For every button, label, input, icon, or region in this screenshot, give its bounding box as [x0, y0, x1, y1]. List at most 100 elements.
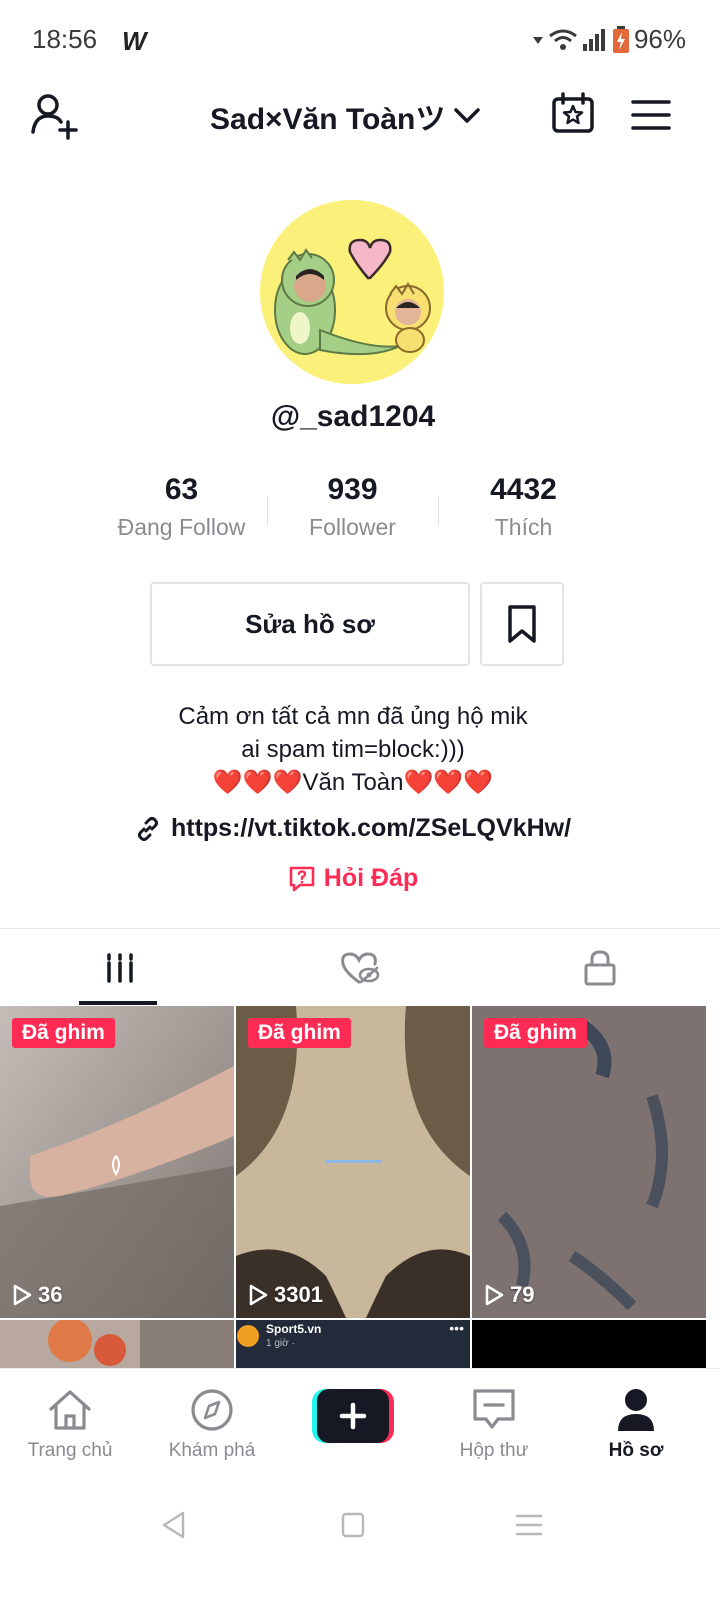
play-icon: [485, 1284, 504, 1306]
nav-inbox-label: Hộp thư: [459, 1440, 529, 1461]
signal-arrow-icon: [532, 36, 543, 44]
view-count-value: 79: [510, 1282, 535, 1307]
view-count: 3301: [248, 1282, 323, 1308]
profile-header: Sad×Văn Toànツ: [0, 80, 720, 150]
home-square-icon[interactable]: [340, 1511, 366, 1539]
post-time: 1 giờ ·: [266, 1338, 295, 1349]
profile-link[interactable]: https://vt.tiktok.com/ZSeLQVkHw/: [0, 814, 706, 843]
status-icons: 96%: [532, 24, 686, 55]
active-tab-indicator: [79, 1001, 157, 1005]
bio-line: ❤️❤️❤️Văn Toàn❤️❤️❤️: [0, 766, 706, 799]
nav-profile-label: Hồ sơ: [608, 1440, 664, 1461]
followers-count: 939: [327, 473, 378, 506]
bookmark-icon: [508, 605, 536, 643]
inbox-icon: [473, 1389, 515, 1429]
pinned-badge: Đã ghim: [484, 1018, 587, 1048]
nav-home-label: Trang chủ: [27, 1440, 113, 1461]
stat-divider: [438, 496, 439, 526]
status-bar: 18:56 W 96%: [0, 0, 720, 80]
compass-icon: [191, 1389, 233, 1431]
nav-discover-label: Khám phá: [168, 1440, 256, 1461]
qa-label: Hỏi Đáp: [323, 864, 419, 892]
divider: [0, 928, 720, 929]
profile-stats: 63 Đang Follow 939 Follower 4432 Thích: [96, 470, 610, 550]
bio-name: Văn Toàn: [302, 769, 404, 796]
back-icon[interactable]: [160, 1510, 188, 1540]
view-count-value: 36: [38, 1282, 63, 1307]
play-icon: [249, 1284, 268, 1306]
view-count: 79: [484, 1282, 534, 1308]
video-preview-image: [472, 1006, 706, 1318]
video-preview-image: [0, 1320, 234, 1368]
recents-menu-icon[interactable]: [514, 1512, 544, 1538]
tab-private[interactable]: [480, 930, 720, 1006]
video-thumbnail[interactable]: Sport5.vn 1 giờ · •••: [236, 1320, 470, 1368]
cellular-signal-icon: [582, 28, 605, 51]
add-friend-button[interactable]: [30, 90, 82, 142]
post-account-name: Sport5.vn: [266, 1322, 322, 1336]
creator-calendar-button[interactable]: [550, 90, 598, 138]
qa-button[interactable]: Hỏi Đáp: [0, 864, 706, 893]
tab-liked[interactable]: [240, 930, 480, 1006]
username: @_sad1204: [270, 400, 436, 433]
nav-discover[interactable]: Khám phá: [142, 1387, 282, 1462]
pinned-badge: Đã ghim: [12, 1018, 115, 1048]
question-chat-icon: [289, 866, 315, 891]
following-count: 63: [164, 473, 199, 506]
bio-line: Cảm ơn tất cả mn đã ủng hộ mik: [178, 703, 528, 730]
view-count: 36: [12, 1282, 62, 1308]
following-label: Đang Follow: [117, 514, 246, 540]
more-dots-icon: •••: [449, 1320, 464, 1336]
account-switcher[interactable]: Sad×Văn Toànツ: [210, 94, 481, 138]
bottom-navigation: Trang chủ Khám phá Hộp thư Hồ sơ: [0, 1368, 720, 1478]
lock-icon: [584, 950, 616, 986]
home-icon: [49, 1390, 91, 1430]
link-icon: [137, 816, 158, 841]
liked-hidden-icon: [341, 952, 380, 984]
video-thumbnail[interactable]: [472, 1320, 706, 1368]
followers-label: Follower: [309, 514, 396, 540]
nav-inbox[interactable]: Hộp thư: [424, 1387, 564, 1462]
wifi-icon: [549, 29, 577, 50]
video-thumbnail[interactable]: [0, 1320, 234, 1368]
favorites-button[interactable]: [480, 582, 564, 666]
nav-home[interactable]: Trang chủ: [0, 1387, 140, 1462]
video-preview-image: [236, 1006, 470, 1318]
following-stat[interactable]: 63 Đang Follow: [96, 470, 267, 550]
stat-divider: [267, 496, 268, 526]
video-preview-image: [0, 1006, 234, 1318]
video-thumbnail[interactable]: Đã ghim 36: [0, 1006, 234, 1318]
app-notification-icon: W: [122, 26, 147, 56]
avatar-illustration: [260, 200, 444, 384]
menu-button[interactable]: [628, 92, 674, 138]
profile-icon: [618, 1389, 654, 1431]
hearts-emoji: ❤️❤️❤️: [403, 769, 494, 796]
add-user-icon: [31, 94, 78, 140]
calendar-star-icon: [552, 92, 594, 133]
battery-percent: 96%: [633, 24, 686, 54]
status-time: 18:56: [32, 24, 98, 54]
plus-icon: [312, 1389, 394, 1443]
likes-count: 4432: [490, 473, 557, 506]
likes-stat[interactable]: 4432 Thích: [438, 470, 609, 550]
account-name: Sad×Văn Toànツ: [210, 103, 446, 136]
chevron-down-icon: [454, 108, 481, 123]
system-navigation-bar: [0, 1478, 720, 1600]
tab-videos[interactable]: [0, 930, 240, 1006]
pinned-badge: Đã ghim: [248, 1018, 351, 1048]
battery-charging-icon: [612, 25, 629, 53]
edit-profile-button[interactable]: Sửa hồ sơ: [150, 582, 470, 666]
profile-avatar[interactable]: [260, 200, 444, 384]
hearts-emoji: ❤️❤️❤️: [212, 769, 303, 796]
create-video-button[interactable]: [312, 1389, 394, 1443]
followers-stat[interactable]: 939 Follower: [267, 470, 438, 550]
likes-label: Thích: [494, 514, 553, 540]
content-tabs: [0, 930, 720, 1006]
nav-profile[interactable]: Hồ sơ: [566, 1387, 706, 1462]
video-grid: Đã ghim 36 Đã ghim 3301 Đã ghim 79 Sport…: [0, 1006, 720, 1368]
video-thumbnail[interactable]: Đã ghim 79: [472, 1006, 706, 1318]
video-thumbnail[interactable]: Đã ghim 3301: [236, 1006, 470, 1318]
profile-link-text: https://vt.tiktok.com/ZSeLQVkHw/: [170, 814, 572, 842]
profile-bio: Cảm ơn tất cả mn đã ủng hộ mik ai spam t…: [0, 700, 706, 799]
play-icon: [13, 1284, 32, 1306]
